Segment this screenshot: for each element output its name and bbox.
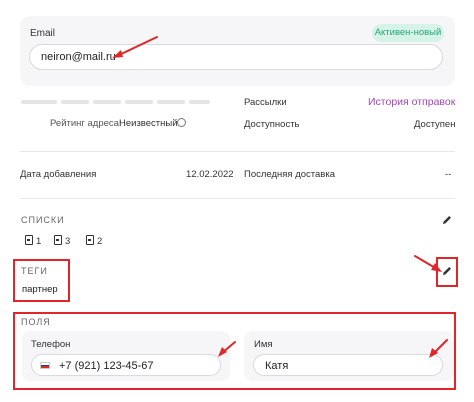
annotation-arrows <box>112 36 448 358</box>
